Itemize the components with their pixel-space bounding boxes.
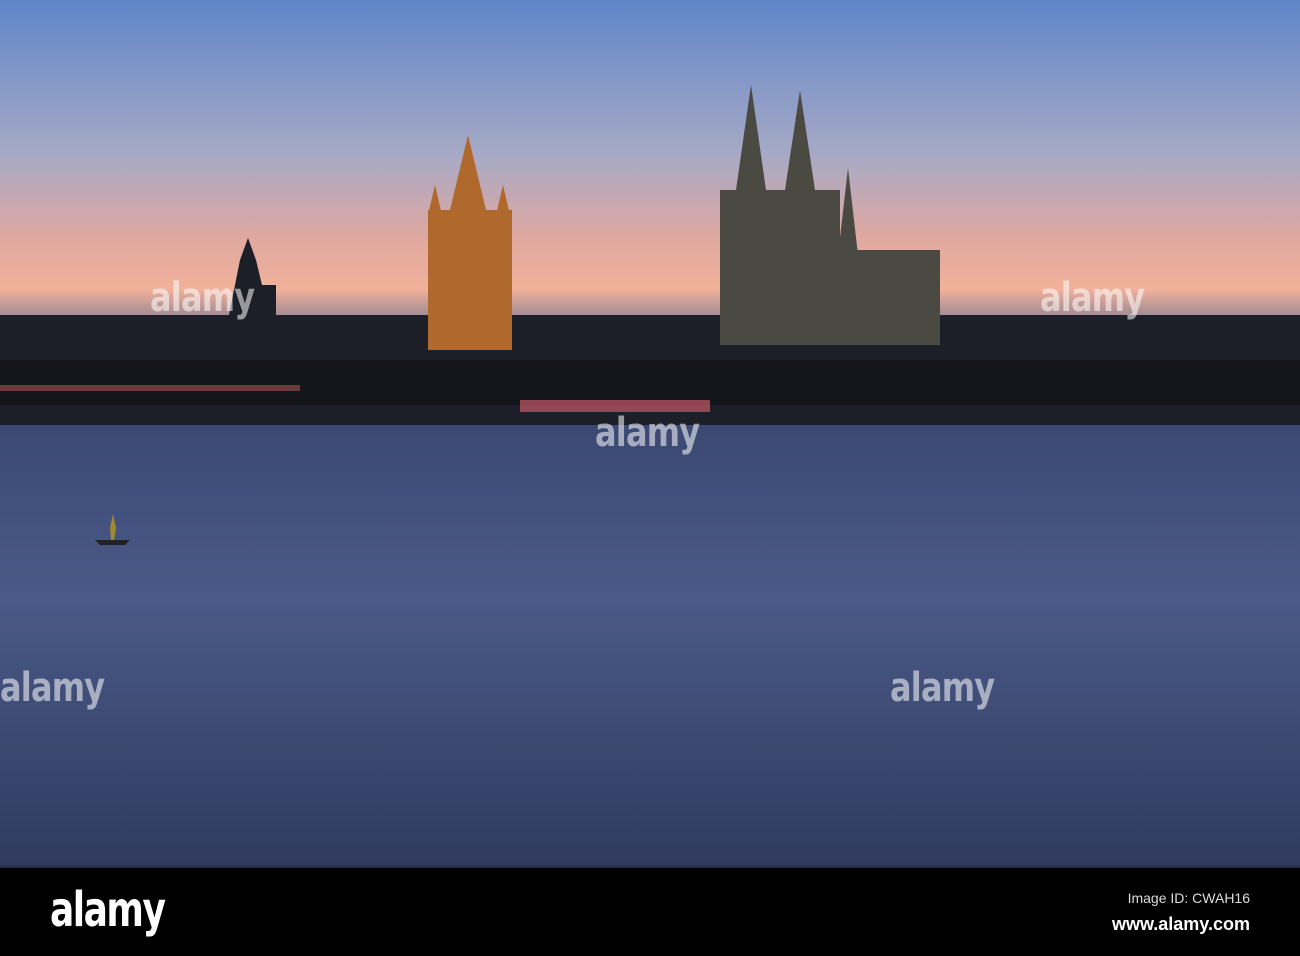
- watermark-logo: alamy: [595, 410, 700, 456]
- buoy: [95, 540, 130, 545]
- image-id: Image ID: CWAH16: [1127, 890, 1250, 906]
- river: [0, 420, 1300, 866]
- footer-bar: alamy Image ID: CWAH16 www.alamy.com: [0, 866, 1300, 956]
- watermark-logo: alamy: [1040, 275, 1145, 321]
- far-bank-trees: [0, 360, 1300, 405]
- watermark-logo: alamy: [0, 665, 105, 711]
- watermark-logo: alamy: [890, 665, 995, 711]
- site-url[interactable]: www.alamy.com: [1112, 914, 1250, 935]
- watermark-logo: alamy: [150, 275, 255, 321]
- alamy-logo: alamy: [50, 882, 166, 938]
